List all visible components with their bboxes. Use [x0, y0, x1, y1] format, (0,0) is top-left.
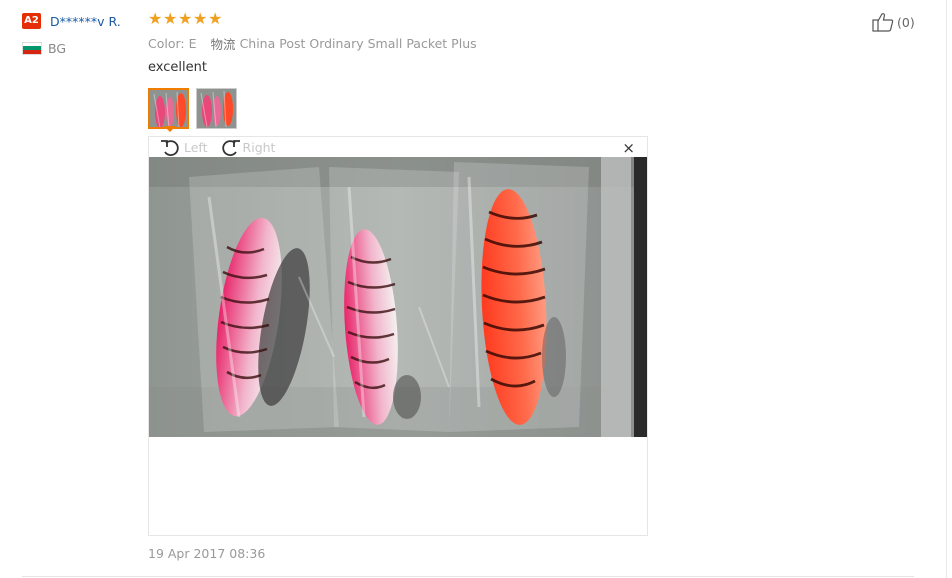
rotate-right-label: Right: [242, 139, 276, 155]
flag-icon: [22, 41, 42, 55]
buyer-level-badge: A2: [22, 13, 41, 29]
review-page: A2 D******v R. BG ★ ★ ★ ★ ★ Color: E 物流 Chin…: [0, 0, 952, 578]
star-icon: ★: [193, 9, 208, 28]
review-date: 19 Apr 2017 08:36: [148, 546, 266, 561]
close-viewer-button[interactable]: ×: [622, 140, 635, 156]
review-meta: Color: E 物流 China Post Ordinary Small Pa…: [148, 35, 928, 52]
rotate-left-icon: [161, 140, 179, 156]
active-thumbnail-caret: [164, 126, 176, 132]
star-icon: ★: [178, 9, 193, 28]
feedback-text: excellent: [148, 60, 207, 75]
country-line: BG: [22, 40, 142, 56]
star-icon: ★: [148, 9, 163, 28]
thumbs-up-icon: [872, 13, 894, 32]
rotate-right-icon: [221, 140, 240, 156]
helpful-button[interactable]: (0): [872, 12, 915, 32]
flag-stripe: [23, 49, 41, 54]
rotate-left-button[interactable]: Left: [159, 137, 208, 157]
review-photo: [149, 157, 647, 437]
thumbnail-image: [150, 90, 187, 127]
viewer-toolbar: Left Right ×: [149, 137, 647, 157]
review-body: ★ ★ ★ ★ ★ Color: E 物流 China Post Ordinary Sm…: [148, 10, 928, 561]
star-icon: ★: [208, 9, 223, 28]
color-value: E: [188, 35, 197, 51]
helpful-count: (0): [897, 14, 915, 30]
logistics-label: 物流: [210, 36, 236, 52]
star-icon: ★: [163, 9, 178, 28]
photo-thumbnail[interactable]: [196, 88, 237, 129]
buyer-info: A2 D******v R. BG: [22, 12, 142, 56]
photo-viewer: Left Right ×: [148, 136, 648, 536]
color-label: Color:: [148, 35, 185, 51]
fishing-lure-photo: [149, 157, 647, 437]
photo-thumbnails: [148, 88, 928, 132]
logistics-value: China Post Ordinary Small Packet Plus: [239, 35, 477, 51]
review-separator: [22, 576, 914, 577]
star-rating: ★ ★ ★ ★ ★: [148, 10, 928, 28]
thumbnail-image: [197, 89, 236, 128]
divider: [946, 0, 947, 578]
buyer-name[interactable]: D******v R.: [50, 14, 121, 29]
photo-thumbnail[interactable]: [148, 88, 189, 129]
rotate-right-button[interactable]: Right: [218, 137, 276, 157]
buyer-line: A2 D******v R.: [22, 12, 142, 30]
rotate-left-label: Left: [184, 139, 208, 155]
buyer-country: BG: [48, 40, 67, 56]
